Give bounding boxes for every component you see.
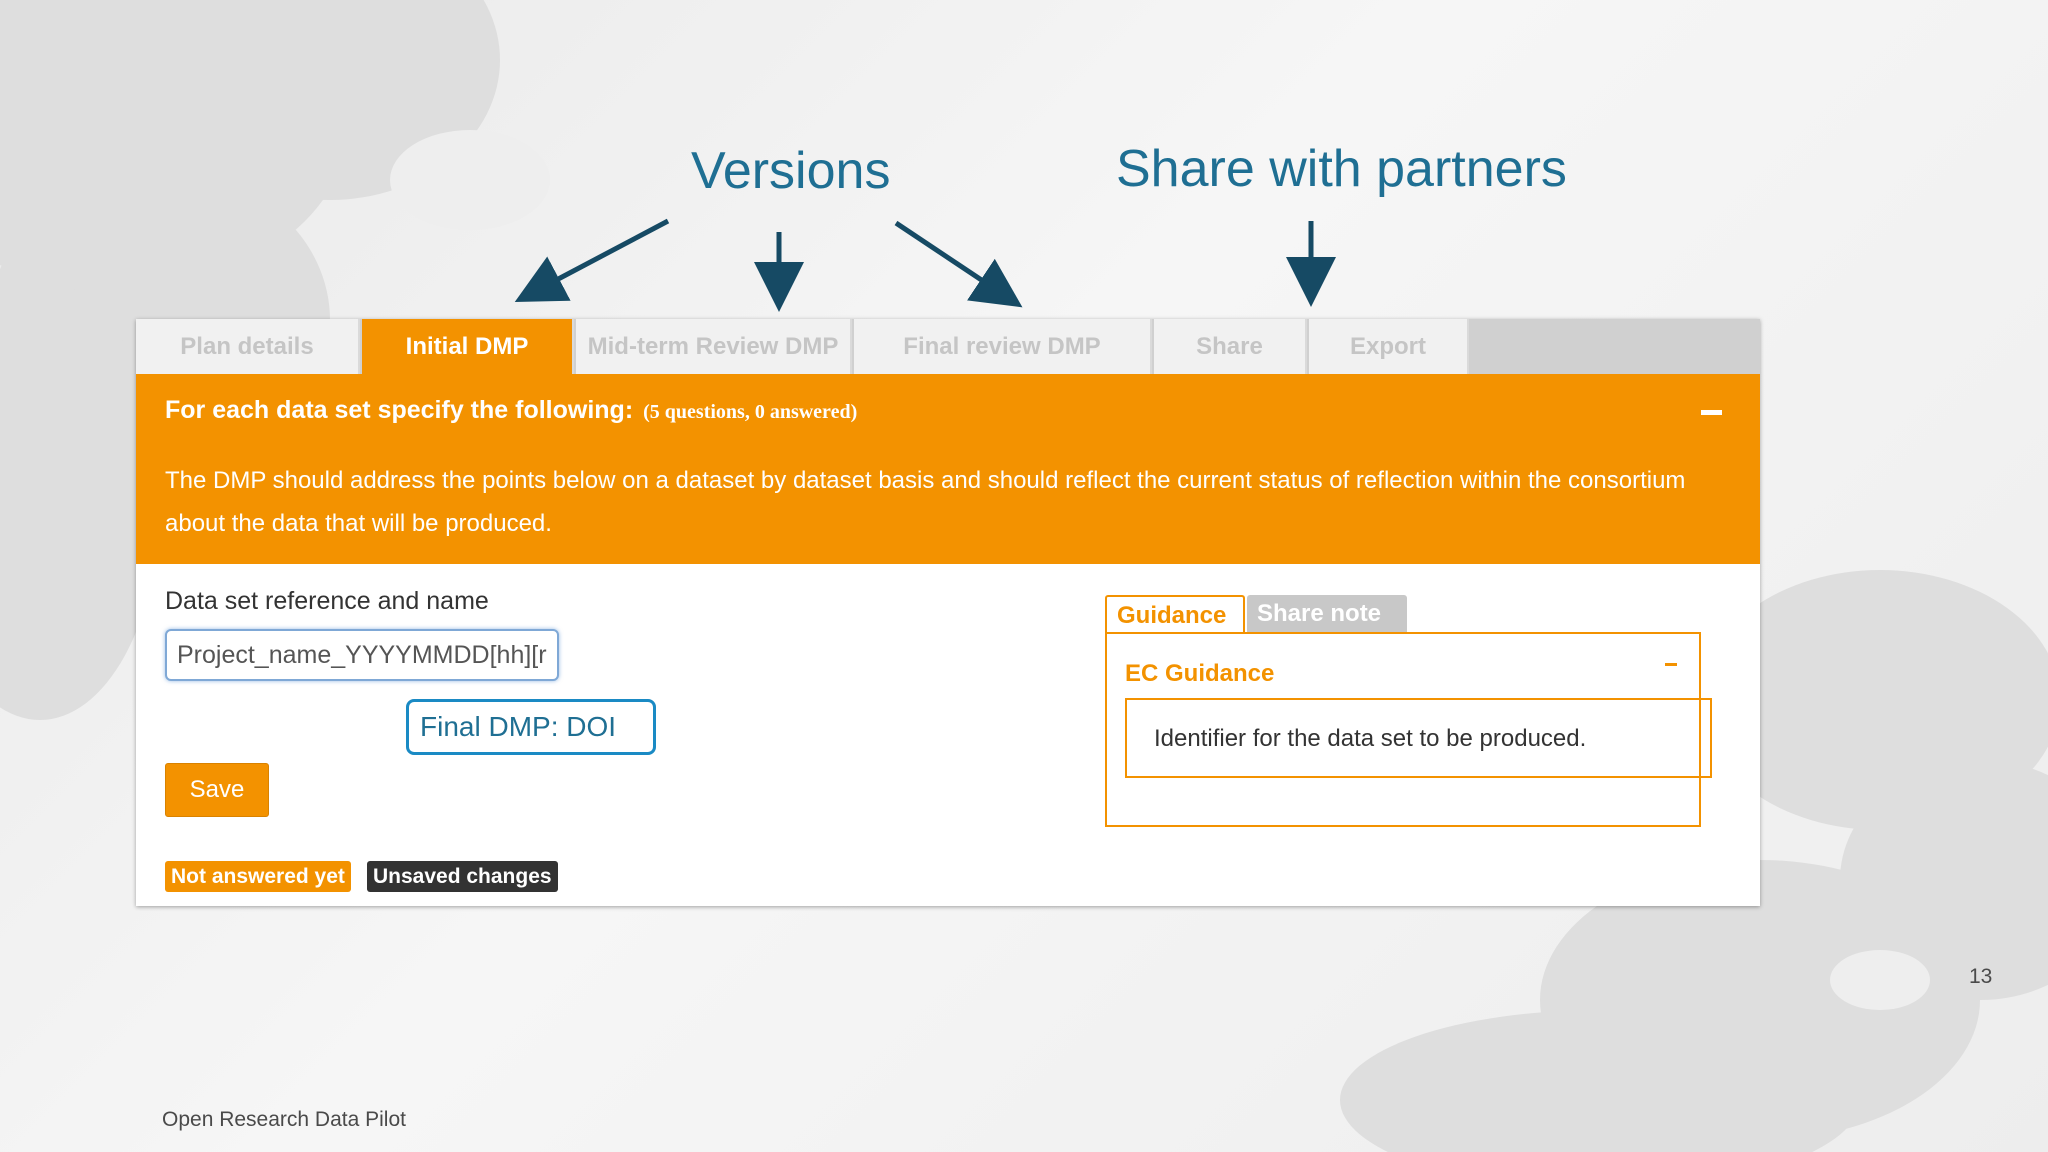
- dataset-name-input[interactable]: [165, 629, 559, 681]
- tab-share[interactable]: Share: [1154, 319, 1307, 374]
- dmp-editor-window: Plan details Initial DMP Mid-term Review…: [136, 319, 1760, 906]
- section-title-text: For each data set specify the following:: [165, 396, 634, 424]
- share-with-partners-annotation: Share with partners: [1116, 140, 1567, 198]
- guidance-panel: EC Guidance Identifier for the data set …: [1105, 632, 1712, 827]
- minus-icon[interactable]: [1701, 410, 1722, 415]
- final-dmp-doi-callout: Final DMP: DOI: [406, 699, 656, 755]
- save-button[interactable]: Save: [165, 763, 269, 817]
- tab-share-note[interactable]: Share note: [1247, 595, 1407, 634]
- section-header: For each data set specify the following:…: [136, 374, 1760, 564]
- tab-guidance[interactable]: Guidance: [1105, 595, 1245, 634]
- versions-annotation: Versions: [691, 142, 891, 200]
- question-label: Data set reference and name: [165, 587, 489, 615]
- guidance-collapse-icon[interactable]: [1665, 663, 1677, 666]
- page-number: 13: [1969, 965, 1993, 988]
- tab-plan-details[interactable]: Plan details: [136, 319, 360, 374]
- guidance-text: Identifier for the data set to be produc…: [1125, 698, 1712, 778]
- section-description: The DMP should address the points below …: [165, 467, 1686, 537]
- tab-export[interactable]: Export: [1309, 319, 1469, 374]
- footer-text: Open Research Data Pilot: [162, 1108, 406, 1131]
- tab-final-review-dmp[interactable]: Final review DMP: [854, 319, 1152, 374]
- question-count: (5 questions, 0 answered): [643, 401, 858, 423]
- unsaved-changes-badge: Unsaved changes: [367, 861, 558, 892]
- section-title: For each data set specify the following:…: [165, 396, 857, 425]
- not-answered-badge: Not answered yet: [165, 861, 351, 892]
- tab-mid-term-review-dmp[interactable]: Mid-term Review DMP: [576, 319, 852, 374]
- tab-initial-dmp[interactable]: Initial DMP: [362, 319, 574, 374]
- ec-guidance-title: EC Guidance: [1125, 660, 1275, 687]
- tab-bar: Plan details Initial DMP Mid-term Review…: [136, 319, 1760, 374]
